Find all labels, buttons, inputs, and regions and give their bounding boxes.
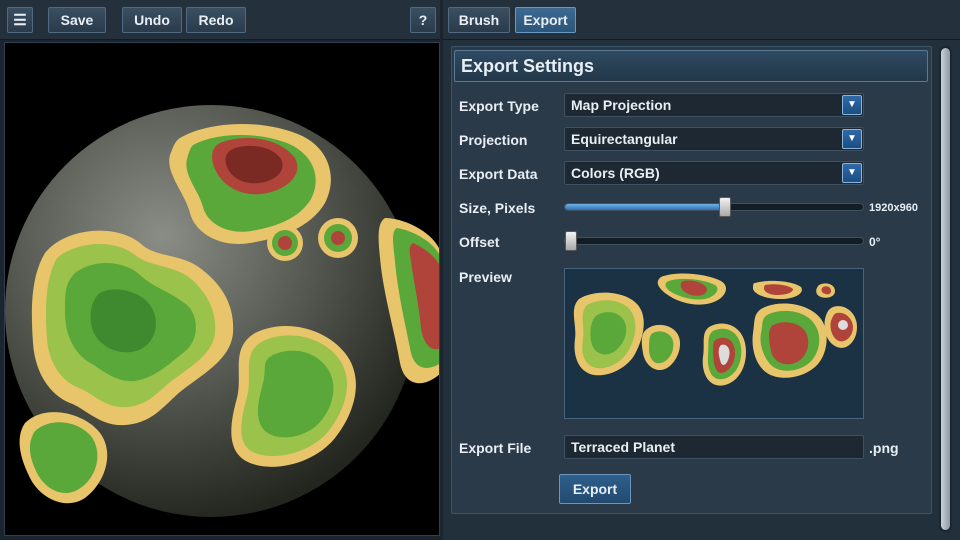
preview-label: Preview (459, 269, 512, 285)
panel-title: Export Settings (454, 50, 928, 82)
size-value: 1920x960 (869, 202, 918, 214)
size-slider-thumb[interactable] (719, 197, 731, 217)
export-type-select[interactable]: Map Projection ▼ (564, 93, 864, 117)
tab-export[interactable]: Export (515, 7, 576, 33)
planet-render[interactable] (5, 43, 440, 536)
tab-brush[interactable]: Brush (448, 7, 510, 33)
export-file-input[interactable] (564, 435, 864, 459)
size-label: Size, Pixels (459, 200, 536, 216)
help-button[interactable]: ? (410, 7, 436, 33)
export-type-label: Export Type (459, 98, 539, 114)
size-slider-fill (565, 204, 725, 210)
projection-value: Equirectangular (571, 131, 678, 147)
panel-scrollbar[interactable] (939, 46, 952, 532)
menu-button[interactable]: ☰ (7, 7, 33, 33)
panel-scrollbar-thumb[interactable] (941, 48, 950, 530)
export-file-label: Export File (459, 440, 532, 456)
projection-select[interactable]: Equirectangular ▼ (564, 127, 864, 151)
offset-value: 0° (869, 235, 881, 249)
offset-slider-thumb[interactable] (565, 231, 577, 251)
file-extension: .png (869, 440, 899, 456)
redo-button[interactable]: Redo (186, 7, 246, 33)
map-preview (564, 268, 864, 419)
export-data-value: Colors (RGB) (571, 165, 660, 181)
export-button[interactable]: Export (559, 474, 631, 504)
save-button[interactable]: Save (48, 7, 106, 33)
size-slider[interactable] (564, 197, 864, 217)
export-type-value: Map Projection (571, 97, 672, 113)
offset-label: Offset (459, 234, 500, 250)
offset-slider[interactable] (564, 231, 864, 251)
export-data-label: Export Data (459, 166, 538, 182)
export-data-select[interactable]: Colors (RGB) ▼ (564, 161, 864, 185)
triangle-down-icon[interactable]: ▼ (842, 163, 862, 183)
triangle-down-icon[interactable]: ▼ (842, 129, 862, 149)
map-preview-image (565, 269, 863, 418)
undo-button[interactable]: Undo (122, 7, 182, 33)
planet-viewport[interactable] (4, 42, 440, 536)
triangle-down-icon[interactable]: ▼ (842, 95, 862, 115)
hamburger-menu-icon: ☰ (13, 11, 27, 29)
projection-label: Projection (459, 132, 528, 148)
